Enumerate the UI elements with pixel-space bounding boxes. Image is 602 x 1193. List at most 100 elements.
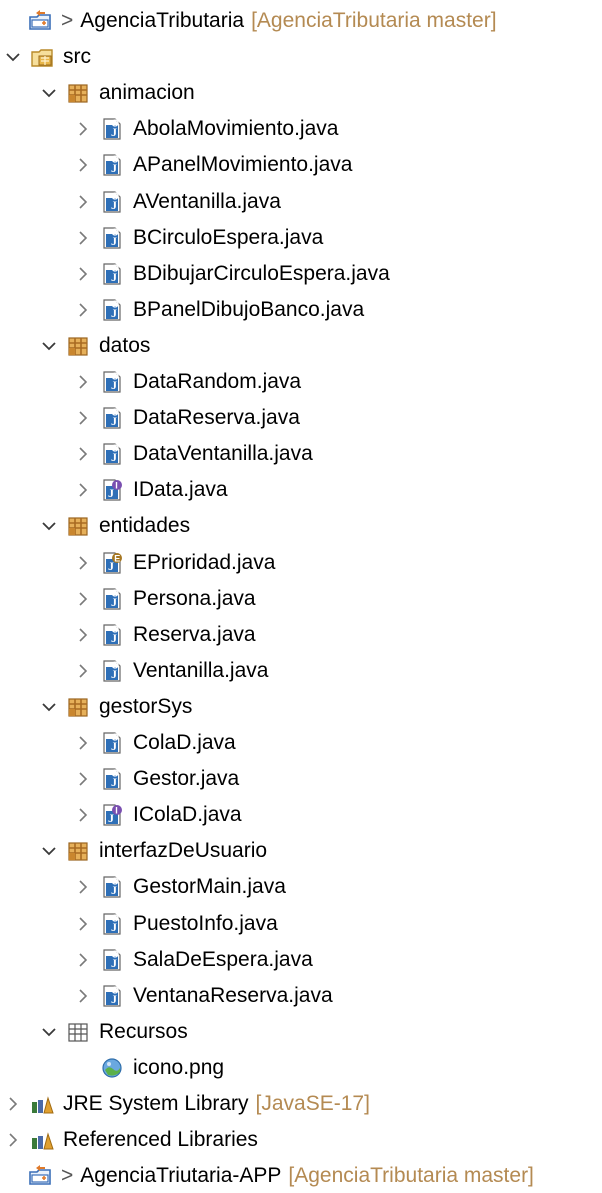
chevron-right-icon[interactable]	[72, 624, 94, 646]
package-name: interfazDeUsuario	[99, 839, 268, 863]
tree-item-file[interactable]: J BCirculoEspera.java	[0, 221, 602, 255]
java-class-icon: J	[100, 370, 124, 394]
java-enum-icon: JE	[100, 551, 124, 575]
tree-item-file[interactable]: J Reserva.java	[0, 618, 602, 652]
git-decoration: [JavaSE-17]	[255, 1092, 370, 1115]
tree-item-file[interactable]: J Persona.java	[0, 582, 602, 616]
project-name: AgenciaTributaria	[80, 9, 245, 32]
tree-item-file[interactable]: J AbolaMovimiento.java	[0, 112, 602, 146]
file-name: Reserva.java	[133, 622, 256, 646]
tree-item-file[interactable]: J DataVentanilla.java	[0, 437, 602, 471]
chevron-right-icon[interactable]	[72, 660, 94, 682]
chevron-right-icon[interactable]	[2, 1129, 24, 1151]
tree-item-project-2[interactable]: > AgenciaTriutaria-APP [AgenciaTributaria …	[0, 1159, 602, 1193]
tree-item-file[interactable]: J Gestor.java	[0, 762, 602, 796]
svg-text:J: J	[111, 956, 117, 970]
file-name: IData.java	[133, 478, 228, 502]
java-class-icon: J	[100, 406, 124, 430]
java-class-icon: J	[100, 984, 124, 1008]
svg-text:J: J	[111, 883, 117, 897]
package-icon	[66, 695, 90, 719]
file-name: DataVentanilla.java	[133, 442, 313, 466]
tree-item-folder-recursos[interactable]: Recursos	[0, 1015, 602, 1049]
chevron-down-icon[interactable]	[38, 515, 60, 537]
chevron-right-icon[interactable]	[72, 407, 94, 429]
chevron-right-icon[interactable]	[72, 949, 94, 971]
chevron-right-icon[interactable]	[72, 191, 94, 213]
chevron-right-icon[interactable]	[72, 371, 94, 393]
java-class-icon: J	[100, 587, 124, 611]
chevron-down-icon[interactable]	[38, 335, 60, 357]
file-name: VentanaReserva.java	[133, 983, 333, 1007]
chevron-right-icon[interactable]	[72, 479, 94, 501]
tree-item-file[interactable]: J AVentanilla.java	[0, 185, 602, 219]
chevron-down-icon[interactable]	[38, 1021, 60, 1043]
tree-item-file[interactable]: J GestorMain.java	[0, 870, 602, 904]
file-name: IColaD.java	[133, 803, 242, 827]
java-class-icon: J	[100, 659, 124, 683]
java-class-icon: J	[100, 117, 124, 141]
tree-item-package-animacion[interactable]: animacion	[0, 76, 602, 110]
tree-item-file[interactable]: J APanelMovimiento.java	[0, 148, 602, 182]
package-icon	[66, 81, 90, 105]
java-class-icon: J	[100, 948, 124, 972]
tree-item-package-entidades[interactable]: entidades	[0, 509, 602, 543]
tree-item-file[interactable]: J BPanelDibujoBanco.java	[0, 293, 602, 327]
tree-item-file[interactable]: J VentanaReserva.java	[0, 979, 602, 1013]
tree-item-file[interactable]: J ColaD.java	[0, 726, 602, 760]
tree-item-library[interactable]: Referenced Libraries	[0, 1123, 602, 1157]
chevron-down-icon[interactable]	[38, 696, 60, 718]
tree-item-package-gestorSys[interactable]: gestorSys	[0, 690, 602, 724]
tree-item-file[interactable]: J DataRandom.java	[0, 365, 602, 399]
chevron-right-icon[interactable]	[72, 263, 94, 285]
svg-text:J: J	[111, 414, 117, 428]
chevron-right-icon[interactable]	[72, 985, 94, 1007]
svg-text:J: J	[111, 775, 117, 789]
chevron-right-icon[interactable]	[72, 804, 94, 826]
java-interface-icon: JI	[100, 478, 124, 502]
package-icon	[66, 514, 90, 538]
chevron-right-icon[interactable]	[72, 732, 94, 754]
chevron-down-icon[interactable]	[38, 840, 60, 862]
tree-item-file[interactable]: J E EPrioridad.java	[0, 546, 602, 580]
chevron-right-icon[interactable]	[72, 876, 94, 898]
tree-item-file[interactable]: J I IColaD.java	[0, 798, 602, 832]
file-name: PuestoInfo.java	[133, 911, 278, 935]
chevron-right-icon[interactable]	[72, 299, 94, 321]
chevron-right-icon[interactable]	[72, 768, 94, 790]
chevron-down-icon[interactable]	[2, 46, 24, 68]
tree-item-file[interactable]: J Ventanilla.java	[0, 654, 602, 688]
source-folder-icon	[30, 45, 54, 69]
file-name: SalaDeEspera.java	[133, 947, 313, 971]
chevron-right-icon[interactable]	[72, 227, 94, 249]
git-prefix: >	[61, 9, 74, 32]
file-name: Gestor.java	[133, 767, 240, 791]
tree-item-file[interactable]: J BDibujarCirculoEspera.java	[0, 257, 602, 291]
chevron-right-icon[interactable]	[72, 913, 94, 935]
svg-text:J: J	[111, 920, 117, 934]
svg-text:J: J	[111, 198, 117, 212]
chevron-down-icon[interactable]	[38, 82, 60, 104]
svg-text:J: J	[111, 739, 117, 753]
tree-item-file[interactable]: J DataReserva.java	[0, 401, 602, 435]
tree-item-package-datos[interactable]: datos	[0, 329, 602, 363]
java-interface-icon: JI	[100, 803, 124, 827]
tree-item-src[interactable]: src	[0, 40, 602, 74]
tree-item-package-interfazDeUsuario[interactable]: interfazDeUsuario	[0, 834, 602, 868]
tree-item-file[interactable]: J SalaDeEspera.java	[0, 943, 602, 977]
package-name: animacion	[99, 81, 195, 105]
chevron-right-icon[interactable]	[72, 154, 94, 176]
chevron-right-icon[interactable]	[72, 588, 94, 610]
tree-item-file[interactable]: icono.png	[0, 1051, 602, 1085]
tree-item-file[interactable]: J I IData.java	[0, 473, 602, 507]
library-icon	[30, 1092, 54, 1116]
svg-text:E: E	[114, 553, 120, 563]
tree-item-project[interactable]: > AgenciaTributaria [AgenciaTributaria mas…	[0, 4, 602, 38]
java-class-icon: J	[100, 153, 124, 177]
tree-item-file[interactable]: J PuestoInfo.java	[0, 907, 602, 941]
chevron-right-icon[interactable]	[2, 1093, 24, 1115]
chevron-right-icon[interactable]	[72, 552, 94, 574]
chevron-right-icon[interactable]	[72, 118, 94, 140]
tree-item-library[interactable]: JRE System Library [JavaSE-17]	[0, 1087, 602, 1121]
chevron-right-icon[interactable]	[72, 443, 94, 465]
